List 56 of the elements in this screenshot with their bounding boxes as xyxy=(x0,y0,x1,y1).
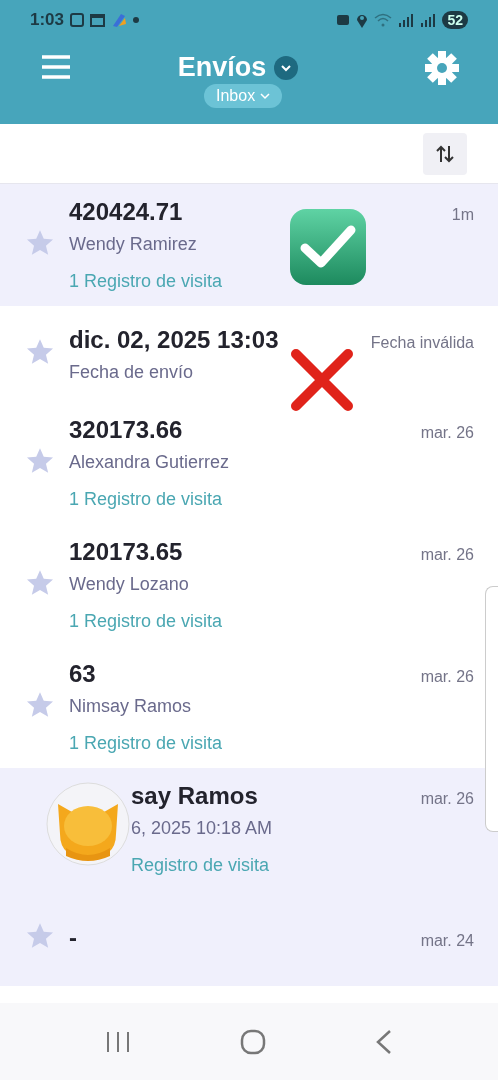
shipment-row[interactable]: 320173.66 mar. 26 Alexandra Gutierrez 1 Registro de visita xyxy=(0,402,484,524)
shipment-title: 120173.65 xyxy=(69,538,183,566)
app-icon xyxy=(111,12,128,28)
star-icon[interactable] xyxy=(25,569,55,597)
sort-button[interactable] xyxy=(423,132,467,175)
shipment-time: Fecha inválida xyxy=(370,333,474,352)
shipment-title: - xyxy=(69,924,77,952)
shipment-title: 63 xyxy=(69,660,96,688)
battery-level: 52 xyxy=(442,11,468,29)
star-icon[interactable] xyxy=(25,691,55,719)
screen-title: Envíos xyxy=(177,52,267,83)
calendar-icon xyxy=(90,13,106,27)
sort-icon xyxy=(435,143,455,164)
location-icon xyxy=(356,12,369,28)
shipment-title: 320173.66 xyxy=(69,416,183,444)
shipment-subtitle: Nimsay Ramos xyxy=(69,696,193,717)
shipment-title: say Ramos xyxy=(131,782,258,810)
star-icon[interactable] xyxy=(25,447,55,475)
shipment-time: mar. 26 xyxy=(420,546,474,564)
shipment-row[interactable]: 120173.65 mar. 26 Wendy Lozano 1 Registro de visita xyxy=(0,524,484,646)
wifi-icon xyxy=(374,13,393,27)
signal-icon xyxy=(398,13,415,27)
checkmark-icon xyxy=(289,208,367,286)
shipment-row[interactable]: say Ramos mar. 26 6, 2025 10:18 AM Registro de visita xyxy=(0,768,498,890)
shipment-time: mar. 26 xyxy=(420,424,474,442)
shipment-time: 1m xyxy=(451,206,474,224)
square-icon xyxy=(70,13,85,27)
shipment-row[interactable]: 420424.71 1m Wendy Ramirez 1 Registro de visita xyxy=(0,184,498,306)
shipment-subtitle: 6, 2025 10:18 AM xyxy=(131,818,274,839)
shipment-time: mar. 24 xyxy=(420,932,474,950)
scrollbar[interactable] xyxy=(485,586,498,832)
settings-button[interactable] xyxy=(424,50,460,86)
chevron-down-icon xyxy=(260,92,271,100)
shipment-subtitle: Wendy Lozano xyxy=(69,574,190,595)
status-time: 1:03 xyxy=(30,10,65,30)
shipment-time: mar. 26 xyxy=(420,668,474,686)
title-dropdown-button[interactable] xyxy=(274,55,299,80)
shipment-subtitle: Fecha de envío xyxy=(69,361,195,383)
shipment-subtitle: Wendy Ramirez xyxy=(69,234,198,255)
shipment-row[interactable]: 63 mar. 26 Nimsay Ramos 1 Registro de visita xyxy=(0,646,484,768)
signal-icon xyxy=(420,13,437,27)
dot-icon xyxy=(133,17,140,23)
shipment-row[interactable]: - mar. 24 xyxy=(0,890,498,986)
shipment-title: dic. 02, 2025 13:03 xyxy=(69,325,279,354)
star-icon[interactable] xyxy=(25,338,55,366)
menu-button[interactable] xyxy=(40,54,72,80)
shipment-title: 420424.71 xyxy=(69,198,183,226)
cross-icon xyxy=(290,348,354,412)
star-icon[interactable] xyxy=(25,922,55,950)
home-button[interactable] xyxy=(240,1028,266,1055)
shipment-row[interactable]: dic. 02, 2025 13:03 Fecha inválida Fecha de envío xyxy=(0,306,498,402)
shipment-subtitle: Alexandra Gutierrez xyxy=(69,452,231,473)
recent-apps-button[interactable] xyxy=(104,1029,131,1054)
star-icon[interactable] xyxy=(25,229,55,257)
shipment-time: mar. 26 xyxy=(420,790,474,808)
chevron-down-icon xyxy=(280,63,293,72)
